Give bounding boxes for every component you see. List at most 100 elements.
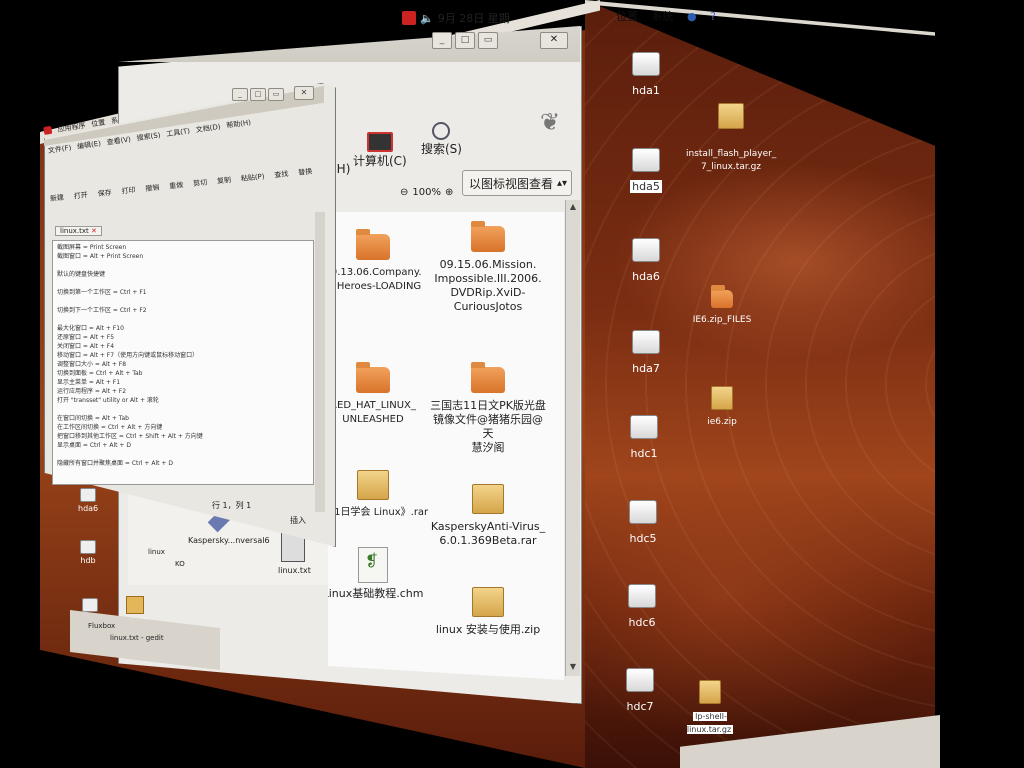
text-line [57, 297, 309, 306]
restore-button[interactable]: ▭ [268, 88, 284, 101]
minimize-button[interactable]: _ [432, 32, 452, 49]
editor-text-area[interactable]: 截图屏幕 = Print Screen 截图窗口 = Alt + Print S… [52, 240, 314, 485]
text-line: 切换到面板 = Ctrl + Alt + Tab [57, 370, 143, 377]
zoom-in-icon[interactable]: ⊕ [445, 187, 453, 198]
redo-button[interactable]: 重做 [169, 180, 184, 191]
file-icon-view[interactable]: 09.13.06.Company. of.Heroes-LOADING 09.1… [328, 212, 564, 680]
desktop-icon-label: install_flash_player_ 7_linux.tar.gz [686, 149, 777, 172]
file-item[interactable]: linux 安装与使用.zip [428, 587, 548, 637]
maximize-button[interactable]: □ [250, 88, 266, 101]
text-line [57, 261, 309, 270]
file-label: Linux基础教程.chm [322, 587, 424, 600]
folder-icon [711, 285, 733, 308]
taskbar-item[interactable]: linux.txt - gedit [110, 634, 164, 642]
panel-clock-area[interactable]: 🔈 9月 28日 星期 [402, 10, 510, 26]
tab-close-icon[interactable]: ✕ [91, 227, 97, 235]
file-item[interactable]: 09.15.06.Mission. Impossible.III.2006. D… [428, 221, 548, 314]
text-line: 隐藏所有窗口并聚焦桌面 = Ctrl + Alt + D [57, 460, 173, 467]
desktop-icon-hda6[interactable]: hda6 [606, 238, 686, 283]
paste-button[interactable]: 粘贴(P) [240, 171, 265, 183]
find-button[interactable]: 查找 [274, 169, 289, 180]
editor-scrollbar[interactable] [315, 212, 325, 512]
text-line: 还原窗口 = Alt + F5 [57, 334, 115, 341]
copy-button[interactable]: 复制 [217, 175, 232, 186]
taskbar-item[interactable]: Fluxbox [88, 622, 115, 630]
scroll-down-icon[interactable]: ▼ [567, 662, 579, 674]
desktop-icon-label: hda5 [630, 180, 662, 193]
desktop-icon-hdc1[interactable]: hdc1 [604, 415, 684, 460]
drive-icon [629, 500, 657, 524]
desktop-icon-hdc5[interactable]: hdc5 [603, 500, 683, 545]
maximize-button[interactable]: □ [455, 32, 475, 49]
desktop-icon-label: hda7 [632, 362, 660, 375]
file-item[interactable]: 三国志11日文PK版光盘 镜像文件@猪猪乐园@天 慧汐阁 [428, 362, 548, 455]
close-button[interactable]: ✕ [294, 86, 314, 100]
volume-icon[interactable]: 🔈 [420, 12, 434, 25]
toolbar-computer-button[interactable]: 计算机(C) [353, 132, 407, 169]
desktop-icon-hdc7[interactable]: hdc7 [600, 668, 680, 713]
undo-button[interactable]: 撤销 [145, 183, 160, 194]
desktop-icon[interactable]: hdb [80, 540, 96, 565]
panel-clock[interactable]: 9月 28日 星期 [438, 10, 510, 26]
desktop-icon[interactable]: hda6 [78, 488, 98, 513]
desktop-icon-label: hda6 [78, 504, 99, 513]
package-icon [357, 470, 389, 500]
zoom-controls: ⊖ 100% ⊕ [400, 187, 453, 198]
ubuntu-logo-icon [43, 125, 53, 135]
text-line: 显示主菜单 = Alt + F1 [57, 379, 121, 386]
desktop-icon-label: hdb [80, 556, 96, 565]
insert-mode: 插入 [290, 516, 306, 525]
folder-icon [471, 221, 505, 252]
package-icon [711, 386, 733, 410]
desktop-icon-hda1[interactable]: hda1 [606, 52, 686, 97]
help-icon[interactable]: ? [710, 10, 716, 23]
new-button[interactable]: 新建 [49, 193, 65, 204]
save-button[interactable]: 保存 [97, 188, 112, 199]
desktop-icon-hda7[interactable]: hda7 [606, 330, 686, 375]
file-label: Kaspersky...nversal6 [188, 536, 270, 545]
text-line [57, 450, 309, 459]
print-button[interactable]: 打印 [121, 185, 136, 196]
text-line: 关闭窗口 = Alt + F4 [57, 343, 115, 350]
close-button[interactable]: ✕ [540, 32, 568, 49]
cursor-position: 行 1，列 1 [212, 501, 252, 510]
desktop-icon-flash[interactable]: install_flash_player_ 7_linux.tar.gz [686, 90, 776, 174]
text-line: 在工作区间切换 = Ctrl + Alt + 方向键 [57, 424, 163, 431]
zoom-level[interactable]: 100% [412, 187, 441, 198]
zoom-out-icon[interactable]: ⊖ [400, 187, 408, 198]
desktop-icon-ie6-files[interactable]: IE6.zip_FILES [682, 285, 762, 327]
document-tab[interactable]: linux.txt ✕ [55, 226, 102, 236]
desktop-icon-label: hda6 [632, 270, 660, 283]
drive-icon [626, 668, 654, 692]
scroll-up-icon[interactable]: ▲ [567, 202, 579, 214]
folder-icon [356, 362, 390, 393]
replace-button[interactable]: 替换 [298, 166, 313, 177]
file-item[interactable]: KasperskyAnti-Virus_ 6.0.1.369Beta.rar [428, 484, 548, 548]
text-line: 截图屏幕 = Print Screen [57, 244, 127, 251]
desktop-icon-lp-shell[interactable]: lp-shell-linux.tar.gz [675, 680, 745, 736]
drive-icon [82, 598, 98, 612]
file-item[interactable]: Linux基础教程.chm [322, 547, 433, 601]
open-button[interactable]: 打开 [73, 190, 88, 201]
cut-button[interactable]: 剪切 [193, 178, 208, 189]
desktop-icon-ie6-zip[interactable]: ie6.zip [682, 386, 762, 429]
minimize-button[interactable]: _ [232, 88, 248, 101]
search-icon [432, 122, 451, 140]
menu-places[interactable]: 位置 [616, 10, 638, 23]
text-line [57, 405, 309, 414]
toolbar-search-button[interactable]: 搜索(S) [421, 122, 462, 157]
text-line: 运行应用程序 = Alt + F2 [57, 388, 127, 395]
package-icon [472, 484, 504, 514]
desktop-icon-hda5[interactable]: hda5 [606, 148, 686, 193]
view-mode-select[interactable]: 以图标视图查看 ▴▾ [462, 170, 572, 196]
package-icon [718, 103, 744, 129]
restore-button[interactable]: ▭ [478, 32, 498, 49]
vertical-scrollbar[interactable]: ▲ ▼ [565, 200, 580, 676]
text-line: 最大化窗口 = Alt + F10 [57, 325, 124, 332]
file-manager-titlebar[interactable] [118, 26, 580, 62]
globe-icon[interactable]: ● [687, 10, 697, 23]
status-label: KO [175, 560, 185, 568]
menu-system[interactable]: 系统 [652, 10, 674, 23]
drive-icon [80, 488, 97, 502]
desktop-icon-hdc6[interactable]: hdc6 [602, 584, 682, 629]
